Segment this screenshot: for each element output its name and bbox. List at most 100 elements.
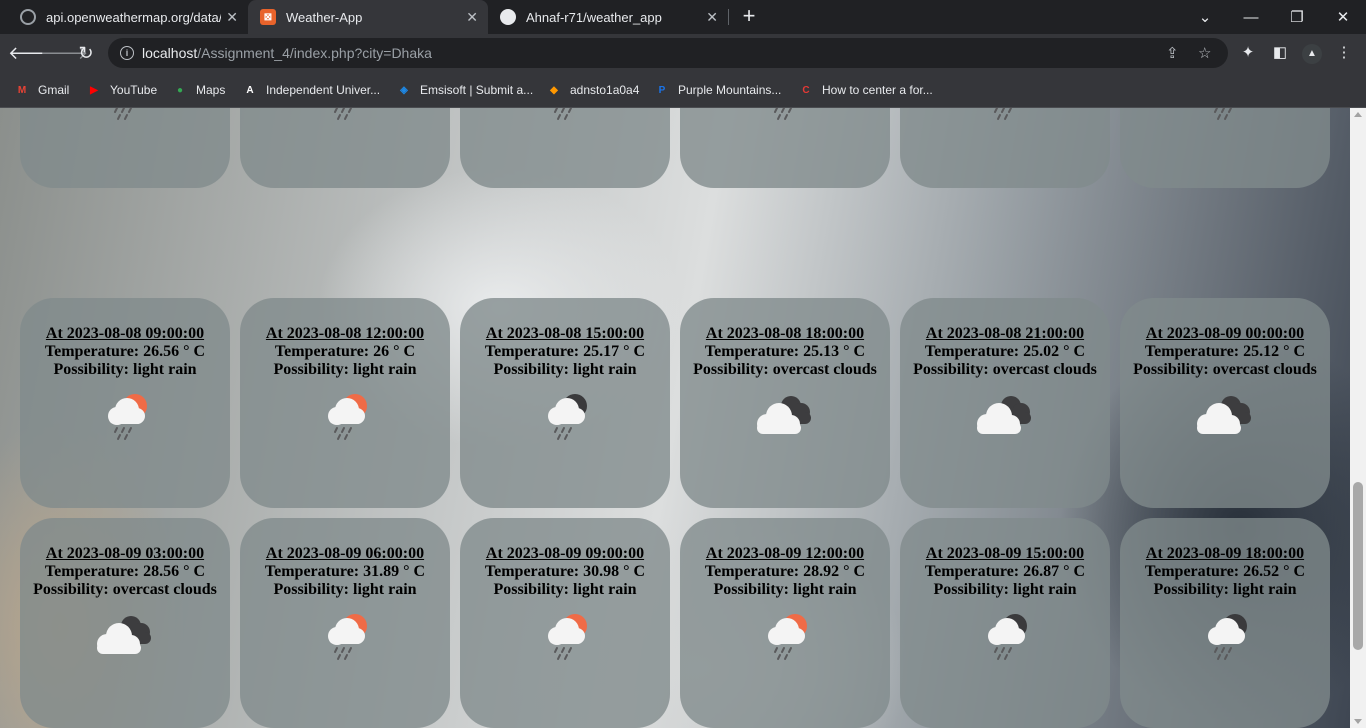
menu-icon[interactable]: ⋮ (1334, 43, 1354, 63)
tab-title: Ahnaf-r71/weather_app (526, 9, 662, 25)
bookmark-item[interactable]: ◆ adnsto1a0a4 (546, 81, 639, 99)
forecast-card: At 2023-08-08 18:00:00 Temperature: 25.13… (680, 298, 890, 508)
address-bar[interactable]: i localhost/Assignment_4/index.php?city=… (108, 38, 1228, 68)
url-host: localhost (142, 45, 198, 61)
restore-button[interactable]: ❐ (1274, 0, 1320, 34)
forecast-card: At 2023-08-08 12:00:00 Temperature: 26 ° … (240, 298, 450, 508)
forecast-temperature: Temperature: 25.02 ° C (924, 343, 1086, 360)
scroll-down-arrow-icon[interactable] (1354, 719, 1362, 724)
bookmark-item[interactable]: A Independent Univer... (242, 81, 380, 99)
tab-weather-app[interactable]: ⊠ Weather-App ✕ (248, 0, 488, 34)
rain-night-icon (535, 108, 595, 126)
bookmark-item[interactable]: ◈ Emsisoft | Submit a... (396, 81, 533, 99)
rain-day-icon (315, 386, 375, 446)
emsisoft-icon: ◈ (400, 84, 408, 96)
rain-day-icon (95, 386, 155, 446)
tab-github[interactable]: Ahnaf-r71/weather_app ✕ (488, 0, 728, 34)
forecast-possibility: Possibility: overcast clouds (33, 581, 217, 598)
bookmark-label: Purple Mountains... (678, 83, 782, 97)
forecast-possibility: Possibility: light rain (1153, 581, 1297, 598)
bookmark-item[interactable]: C How to center a for... (798, 81, 933, 99)
bookmark-item[interactable]: ▶ YouTube (86, 81, 157, 99)
bookmark-label: Independent Univer... (266, 83, 381, 97)
rain-day-icon (975, 108, 1035, 126)
bookmark-label: Emsisoft | Submit a... (420, 83, 534, 97)
forecast-time: At 2023-08-09 06:00:00 (265, 545, 425, 562)
side-panel-icon[interactable]: ◧ (1270, 43, 1290, 63)
forecast-temperature: Temperature: 26 ° C (274, 343, 416, 360)
github-icon (500, 9, 516, 25)
info-icon[interactable]: i (120, 46, 134, 60)
forecast-temperature: Temperature: 31.89 ° C (264, 563, 426, 580)
tab-search-button[interactable]: ⌄ (1182, 0, 1228, 34)
rain-night-icon (535, 386, 595, 446)
tab-strip: api.openweathermap.org/data/2.5/forecast… (0, 0, 1366, 34)
forecast-card: At 2023-08-08 21:00:00 Temperature: 25.02… (900, 298, 1110, 508)
forecast-card: At 2023-08-08 15:00:00 Temperature: 25.17… (460, 298, 670, 508)
reload-button[interactable]: ↻ (72, 39, 100, 67)
forecast-time: At 2023-08-08 18:00:00 (705, 325, 865, 342)
new-tab-button[interactable]: + (736, 4, 762, 30)
browser-toolbar: 🡐 🡒 ↻ i localhost/Assignment_4/index.php… (0, 34, 1366, 72)
forecast-time: At 2023-08-09 00:00:00 (1145, 325, 1305, 342)
bookmark-item[interactable]: M Gmail (14, 81, 70, 99)
forecast-card: At 2023-08-09 03:00:00 Temperature: 28.56… (20, 518, 230, 728)
bookmark-label: YouTube (110, 83, 158, 97)
bookmark-star-icon[interactable]: ☆ (1198, 44, 1211, 62)
rain-day-icon (535, 606, 595, 666)
forward-button[interactable]: 🡒 (40, 39, 88, 67)
forecast-time: At 2023-08-09 12:00:00 (705, 545, 865, 562)
forecast-temperature: Temperature: 26.52 ° C (1144, 563, 1306, 580)
forecast-temperature: Temperature: 25.13 ° C (704, 343, 866, 360)
forecast-time: At 2023-08-08 15:00:00 (485, 325, 645, 342)
close-icon[interactable]: ✕ (226, 9, 238, 25)
overcast-clouds-icon (969, 386, 1041, 446)
rain-day-icon (315, 606, 375, 666)
forecast-temperature: Temperature: 30.98 ° C (484, 563, 646, 580)
rain-day-icon (755, 108, 815, 126)
forecast-possibility: Possibility: light rain (493, 361, 637, 378)
bookmark-label: Gmail (38, 83, 70, 97)
bookmark-item[interactable]: ● Maps (172, 81, 225, 99)
vertical-scrollbar[interactable] (1350, 108, 1366, 728)
rain-night-icon (95, 108, 155, 126)
minimize-button[interactable]: — (1228, 0, 1274, 34)
maps-icon: ● (176, 84, 184, 96)
share-icon[interactable]: ⇪ (1166, 44, 1179, 62)
tab-separator (728, 9, 729, 25)
adnsto-icon: ◆ (550, 84, 558, 96)
forecast-time: At 2023-08-08 21:00:00 (925, 325, 1085, 342)
bookmark-label: How to center a for... (822, 83, 933, 97)
forecast-card: At 2023-08-08 00:00:00Temperature: 25.88… (680, 108, 890, 188)
close-icon[interactable]: ✕ (706, 9, 718, 25)
tab-api[interactable]: api.openweathermap.org/data/2.5/forecast… (8, 0, 248, 34)
close-window-button[interactable]: ✕ (1320, 0, 1366, 34)
extensions-icon[interactable]: ✦ (1238, 43, 1258, 63)
forecast-temperature: Temperature: 25.12 ° C (1144, 343, 1306, 360)
overcast-clouds-icon (749, 386, 821, 446)
forecast-temperature: Temperature: 28.56 ° C (44, 563, 206, 580)
rain-night-icon (1195, 606, 1255, 666)
forecast-card: At 2023-08-07 18:00:00Temperature: 25.77… (240, 108, 450, 188)
forecast-time: At 2023-08-08 09:00:00 (45, 325, 205, 342)
forecast-possibility: Possibility: light rain (713, 581, 857, 598)
back-button[interactable]: 🡐 (8, 39, 56, 67)
scrollbar-thumb[interactable] (1353, 482, 1363, 650)
scroll-up-arrow-icon[interactable] (1354, 112, 1362, 117)
rain-day-icon (1195, 108, 1255, 126)
independent-university-icon: A (246, 84, 254, 96)
forecast-time: At 2023-08-08 12:00:00 (265, 325, 425, 342)
rain-day-icon (755, 606, 815, 666)
forecast-possibility: Possibility: overcast clouds (913, 361, 1097, 378)
overcast-clouds-icon (1189, 386, 1261, 446)
bookmark-item[interactable]: P Purple Mountains... (654, 81, 782, 99)
forecast-possibility: Possibility: light rain (273, 361, 417, 378)
close-icon[interactable]: ✕ (466, 9, 478, 25)
forecast-card: At 2023-08-09 18:00:00 Temperature: 26.52… (1120, 518, 1330, 728)
profile-avatar[interactable]: ▲ (1302, 44, 1322, 64)
forecast-time: At 2023-08-09 09:00:00 (485, 545, 645, 562)
bookmarks-bar: M Gmail ▶ YouTube ● Maps A Independent Univer..… (0, 72, 1366, 108)
forecast-card: At 2023-08-07 21:00:00Temperature: 26.02… (460, 108, 670, 188)
forecast-temperature: Temperature: 25.17 ° C (484, 343, 646, 360)
forecast-possibility: Possibility: light rain (53, 361, 197, 378)
